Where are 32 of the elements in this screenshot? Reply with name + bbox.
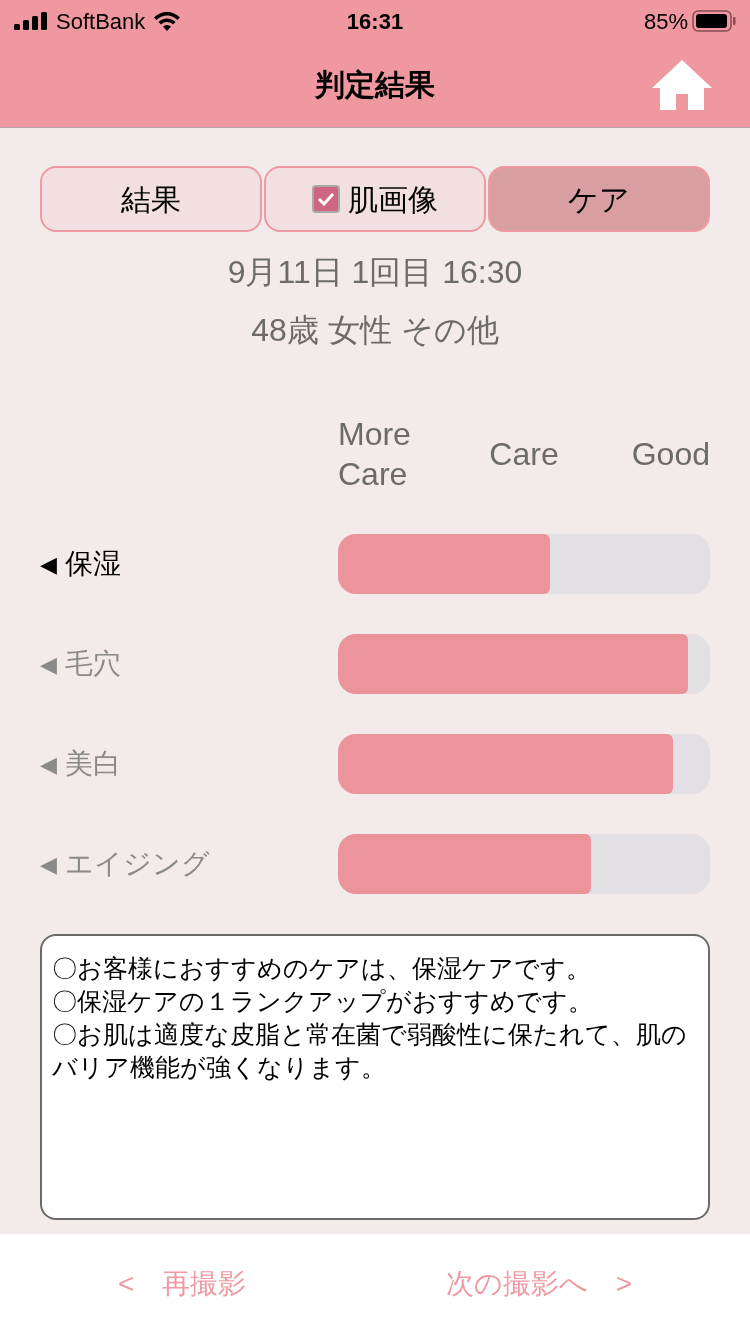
- arrow-marker: ◀: [40, 650, 57, 679]
- signal-icon: [14, 12, 48, 30]
- category-label[interactable]: 保湿: [65, 543, 121, 585]
- arrow-marker: ◀: [40, 750, 57, 779]
- arrow-marker: ◀: [40, 550, 57, 579]
- advice-text: 〇お客様におすすめのケアは、保湿ケアです。: [52, 953, 592, 984]
- carrier-name: SoftBank: [56, 7, 146, 36]
- info-text: 48歳 女性 その他: [251, 311, 499, 350]
- category-label[interactable]: エイジング: [65, 843, 210, 885]
- check-icon: [317, 192, 335, 206]
- advice-text: 〇お肌は適度な皮脂と常在菌で弱酸性に保たれて、肌のバリア機能が強くなります。: [52, 1019, 688, 1083]
- advice-text: 〇保湿ケアの１ランクアップがおすすめです。: [52, 986, 594, 1017]
- category-label[interactable]: 美白: [65, 743, 121, 785]
- home-icon: [652, 60, 712, 110]
- scale-label: Good: [630, 435, 710, 474]
- arrow-marker: ◀: [40, 850, 57, 879]
- info-text: 9月11日 1回目 16:30: [227, 253, 523, 292]
- checkbox[interactable]: [312, 185, 340, 213]
- tab[interactable]: 肌画像: [264, 166, 486, 232]
- retake-button[interactable]: < 再撮影: [118, 1263, 247, 1305]
- page-title: 判定結果: [315, 67, 435, 103]
- clock: 16:31: [346, 7, 404, 36]
- wifi-icon: [153, 11, 182, 31]
- category-label[interactable]: 毛穴: [65, 643, 121, 685]
- battery-icon: [692, 10, 736, 32]
- scale-label: More Care: [338, 415, 412, 494]
- battery-percent: 85%: [643, 7, 688, 36]
- tab[interactable]: ケア: [488, 166, 710, 232]
- home-button[interactable]: [652, 60, 712, 110]
- tab[interactable]: 結果: [40, 166, 262, 232]
- scale-label: Care: [488, 435, 560, 474]
- next-button[interactable]: 次の撮影へ >: [445, 1263, 632, 1305]
